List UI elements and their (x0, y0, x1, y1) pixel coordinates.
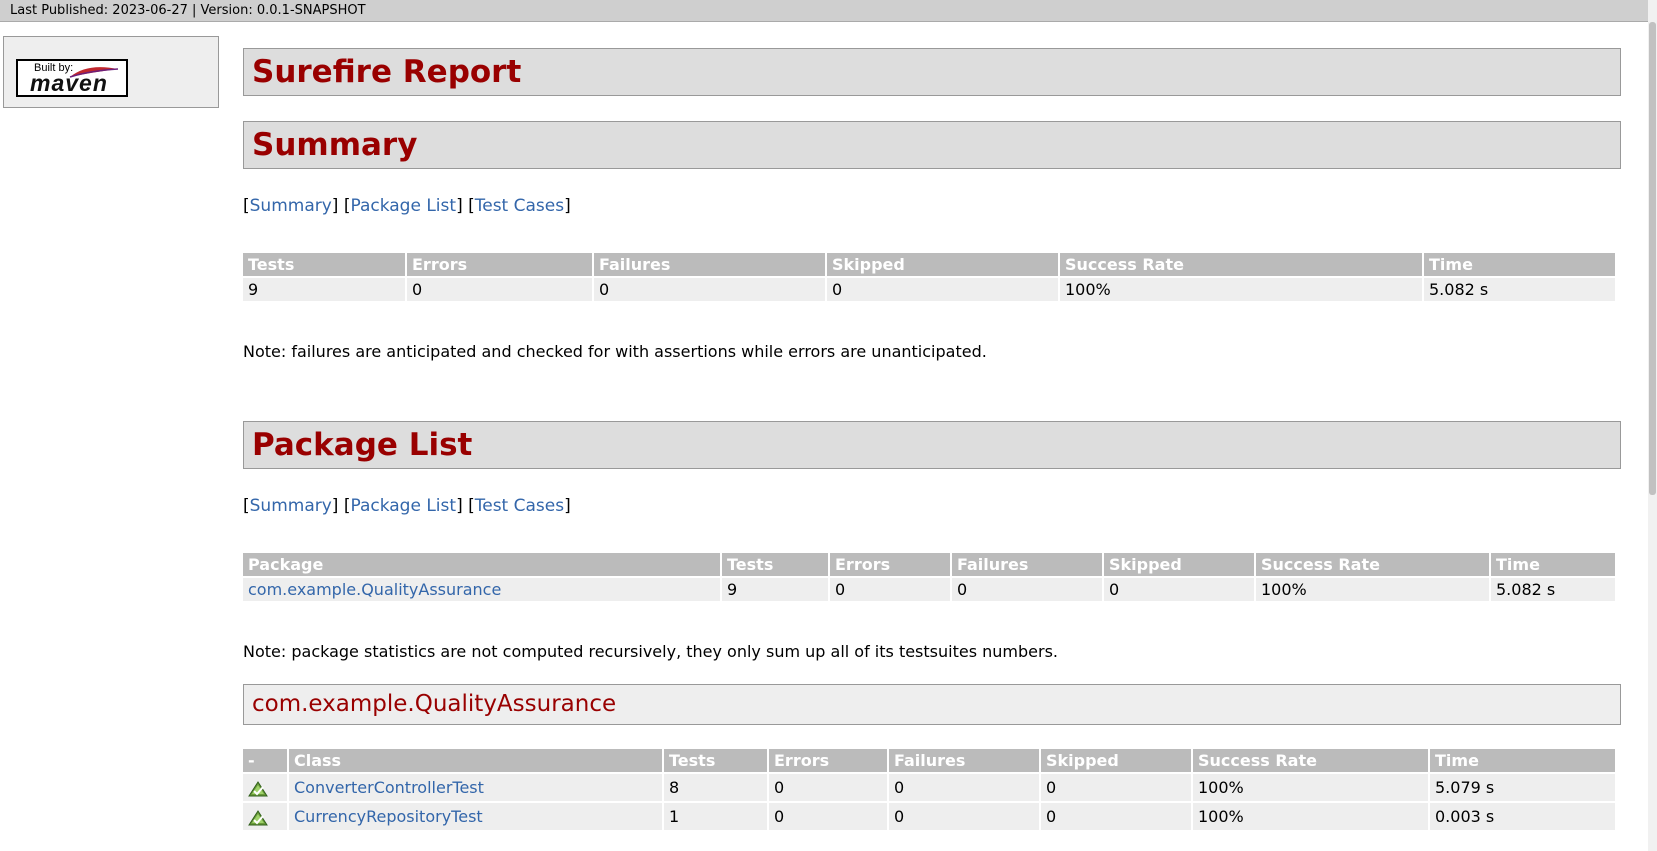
cell-errors: 0 (769, 774, 887, 801)
col-class: Class (289, 749, 662, 772)
col-success-rate: Success Rate (1060, 253, 1422, 276)
vertical-scrollbar[interactable] (1648, 0, 1657, 851)
maven-logo[interactable]: Built by: maven (16, 59, 128, 97)
summary-heading: Summary (243, 121, 1621, 169)
scrollbar-thumb[interactable] (1649, 22, 1656, 495)
col-skipped: Skipped (1104, 553, 1254, 576)
version-label: Version: 0.0.1-SNAPSHOT (200, 3, 366, 18)
cell-status (243, 774, 287, 801)
cell-failures: 0 (889, 774, 1039, 801)
package-link[interactable]: com.example.QualityAssurance (248, 580, 501, 599)
nav-test-cases-link[interactable]: Test Cases (475, 496, 564, 516)
section-nav-2: [Summary] [Package List] [Test Cases] (243, 496, 571, 516)
cell-tests: 9 (722, 578, 828, 601)
package-list-heading: Package List (243, 421, 1621, 469)
cell-failures: 0 (952, 578, 1102, 601)
col-success-rate: Success Rate (1193, 749, 1428, 772)
class-link[interactable]: CurrencyRepositoryTest (294, 807, 483, 826)
left-column: Built by: maven (3, 36, 219, 108)
col-failures: Failures (594, 253, 825, 276)
cell-status (243, 803, 287, 830)
last-published: Last Published: 2023-06-27 (10, 3, 188, 18)
cell-tests: 9 (243, 278, 405, 301)
nav-package-list-link[interactable]: Package List (350, 496, 456, 516)
summary-table: Tests Errors Failures Skipped Success Ra… (241, 251, 1617, 303)
col-tests: Tests (664, 749, 767, 772)
cell-tests: 1 (664, 803, 767, 830)
table-header-row: Package Tests Errors Failures Skipped Su… (243, 553, 1615, 576)
table-header-row: - Class Tests Errors Failures Skipped Su… (243, 749, 1615, 772)
col-failures: Failures (952, 553, 1102, 576)
cell-class: CurrencyRepositoryTest (289, 803, 662, 830)
package-classes-table: - Class Tests Errors Failures Skipped Su… (241, 747, 1617, 832)
col-success-rate: Success Rate (1256, 553, 1489, 576)
table-row: CurrencyRepositoryTest 1 0 0 0 100% 0.00… (243, 803, 1615, 830)
cell-time: 0.003 s (1430, 803, 1615, 830)
col-failures: Failures (889, 749, 1039, 772)
cell-errors: 0 (830, 578, 950, 601)
col-time: Time (1491, 553, 1615, 576)
col-errors: Errors (830, 553, 950, 576)
col-time: Time (1430, 749, 1615, 772)
cell-errors: 0 (407, 278, 592, 301)
col-status: - (243, 749, 287, 772)
table-row: ConverterControllerTest 8 0 0 0 100% 5.0… (243, 774, 1615, 801)
cell-class: ConverterControllerTest (289, 774, 662, 801)
cell-time: 5.079 s (1430, 774, 1615, 801)
cell-skipped: 0 (1104, 578, 1254, 601)
report-title: Surefire Report (243, 48, 1621, 96)
package-heading: com.example.QualityAssurance (243, 684, 1621, 725)
cell-time: 5.082 s (1424, 278, 1615, 301)
cell-success-rate: 100% (1193, 774, 1428, 801)
class-link[interactable]: ConverterControllerTest (294, 778, 484, 797)
cell-failures: 0 (889, 803, 1039, 830)
section-nav-1: [Summary] [Package List] [Test Cases] (243, 196, 571, 216)
logo-maven-text: maven (30, 70, 108, 96)
cell-tests: 8 (664, 774, 767, 801)
table-header-row: Tests Errors Failures Skipped Success Ra… (243, 253, 1615, 276)
col-tests: Tests (243, 253, 405, 276)
cell-package: com.example.QualityAssurance (243, 578, 720, 601)
table-row: 9 0 0 0 100% 5.082 s (243, 278, 1615, 301)
cell-errors: 0 (769, 803, 887, 830)
success-icon (248, 780, 268, 796)
col-time: Time (1424, 253, 1615, 276)
cell-success-rate: 100% (1060, 278, 1422, 301)
nav-summary-link[interactable]: Summary (250, 496, 332, 516)
cell-skipped: 0 (1041, 803, 1191, 830)
col-skipped: Skipped (1041, 749, 1191, 772)
col-errors: Errors (769, 749, 887, 772)
banner-separator: | (192, 3, 197, 18)
cell-failures: 0 (594, 278, 825, 301)
package-list-table: Package Tests Errors Failures Skipped Su… (241, 551, 1617, 603)
table-row: com.example.QualityAssurance 9 0 0 0 100… (243, 578, 1615, 601)
package-note: Note: package statistics are not compute… (243, 642, 1058, 661)
nav-package-list-link[interactable]: Package List (350, 196, 456, 216)
success-icon (248, 809, 268, 825)
col-errors: Errors (407, 253, 592, 276)
cell-skipped: 0 (1041, 774, 1191, 801)
summary-note: Note: failures are anticipated and check… (243, 342, 987, 361)
cell-time: 5.082 s (1491, 578, 1615, 601)
cell-skipped: 0 (827, 278, 1058, 301)
nav-test-cases-link[interactable]: Test Cases (475, 196, 564, 216)
cell-success-rate: 100% (1256, 578, 1489, 601)
top-banner: Last Published: 2023-06-27 | Version: 0.… (0, 0, 1648, 22)
col-skipped: Skipped (827, 253, 1058, 276)
col-tests: Tests (722, 553, 828, 576)
nav-summary-link[interactable]: Summary (250, 196, 332, 216)
cell-success-rate: 100% (1193, 803, 1428, 830)
col-package: Package (243, 553, 720, 576)
